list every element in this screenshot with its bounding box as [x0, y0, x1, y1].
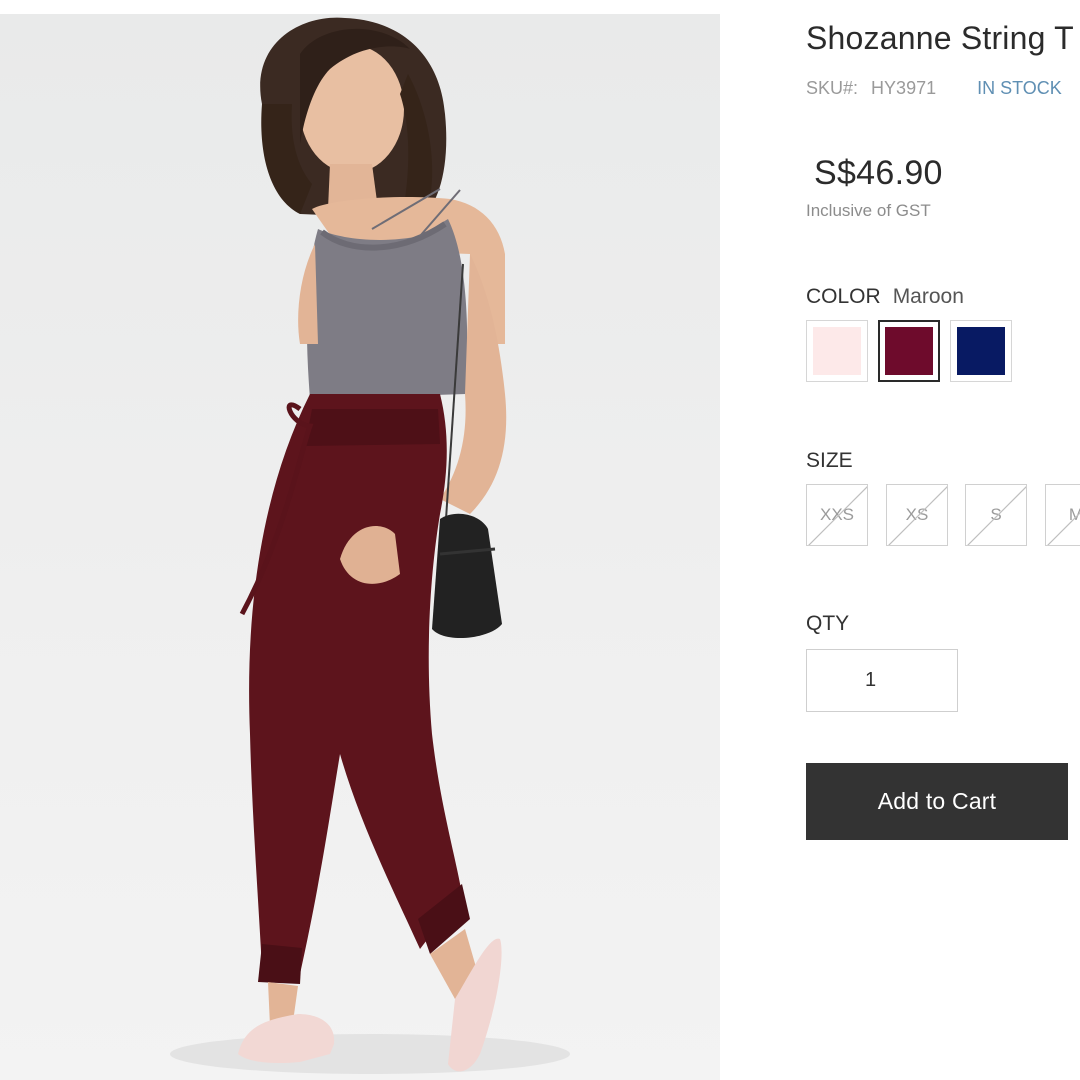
- product-price: S$46.90: [814, 154, 943, 192]
- qty-input[interactable]: [806, 649, 958, 712]
- product-detail-panel: Shozanne String T SKU#: HY3971 IN STOCK …: [806, 0, 1080, 1080]
- color-label: COLOR: [806, 285, 881, 308]
- size-option-s[interactable]: S: [965, 484, 1027, 546]
- color-swatch-pink[interactable]: [806, 320, 868, 382]
- color-swatch-maroon[interactable]: [878, 320, 940, 382]
- size-option-xs[interactable]: XS: [886, 484, 948, 546]
- size-option-m[interactable]: M: [1045, 484, 1080, 546]
- stock-status: IN STOCK: [977, 78, 1062, 98]
- sku-label: SKU#:: [806, 78, 859, 98]
- size-heading: SIZE: [806, 449, 853, 472]
- selected-color-name: Maroon: [892, 285, 964, 308]
- add-to-cart-button[interactable]: Add to Cart: [806, 763, 1068, 840]
- swatch-fill-maroon: [885, 327, 933, 375]
- sku-value: HY3971: [871, 78, 937, 98]
- product-title: Shozanne String T: [806, 20, 1074, 56]
- sku-row: SKU#: HY3971 IN STOCK: [806, 78, 1062, 99]
- swatch-fill-navy: [957, 327, 1005, 375]
- qty-heading: QTY: [806, 612, 850, 635]
- tax-note: Inclusive of GST: [806, 201, 931, 220]
- color-heading: COLOR Maroon: [806, 285, 964, 309]
- size-option-xxs[interactable]: XXS: [806, 484, 868, 546]
- product-page: Shozanne String T SKU#: HY3971 IN STOCK …: [0, 0, 1080, 1080]
- swatch-fill-pink: [813, 327, 861, 375]
- product-photo[interactable]: [0, 14, 720, 1080]
- color-swatch-navy[interactable]: [950, 320, 1012, 382]
